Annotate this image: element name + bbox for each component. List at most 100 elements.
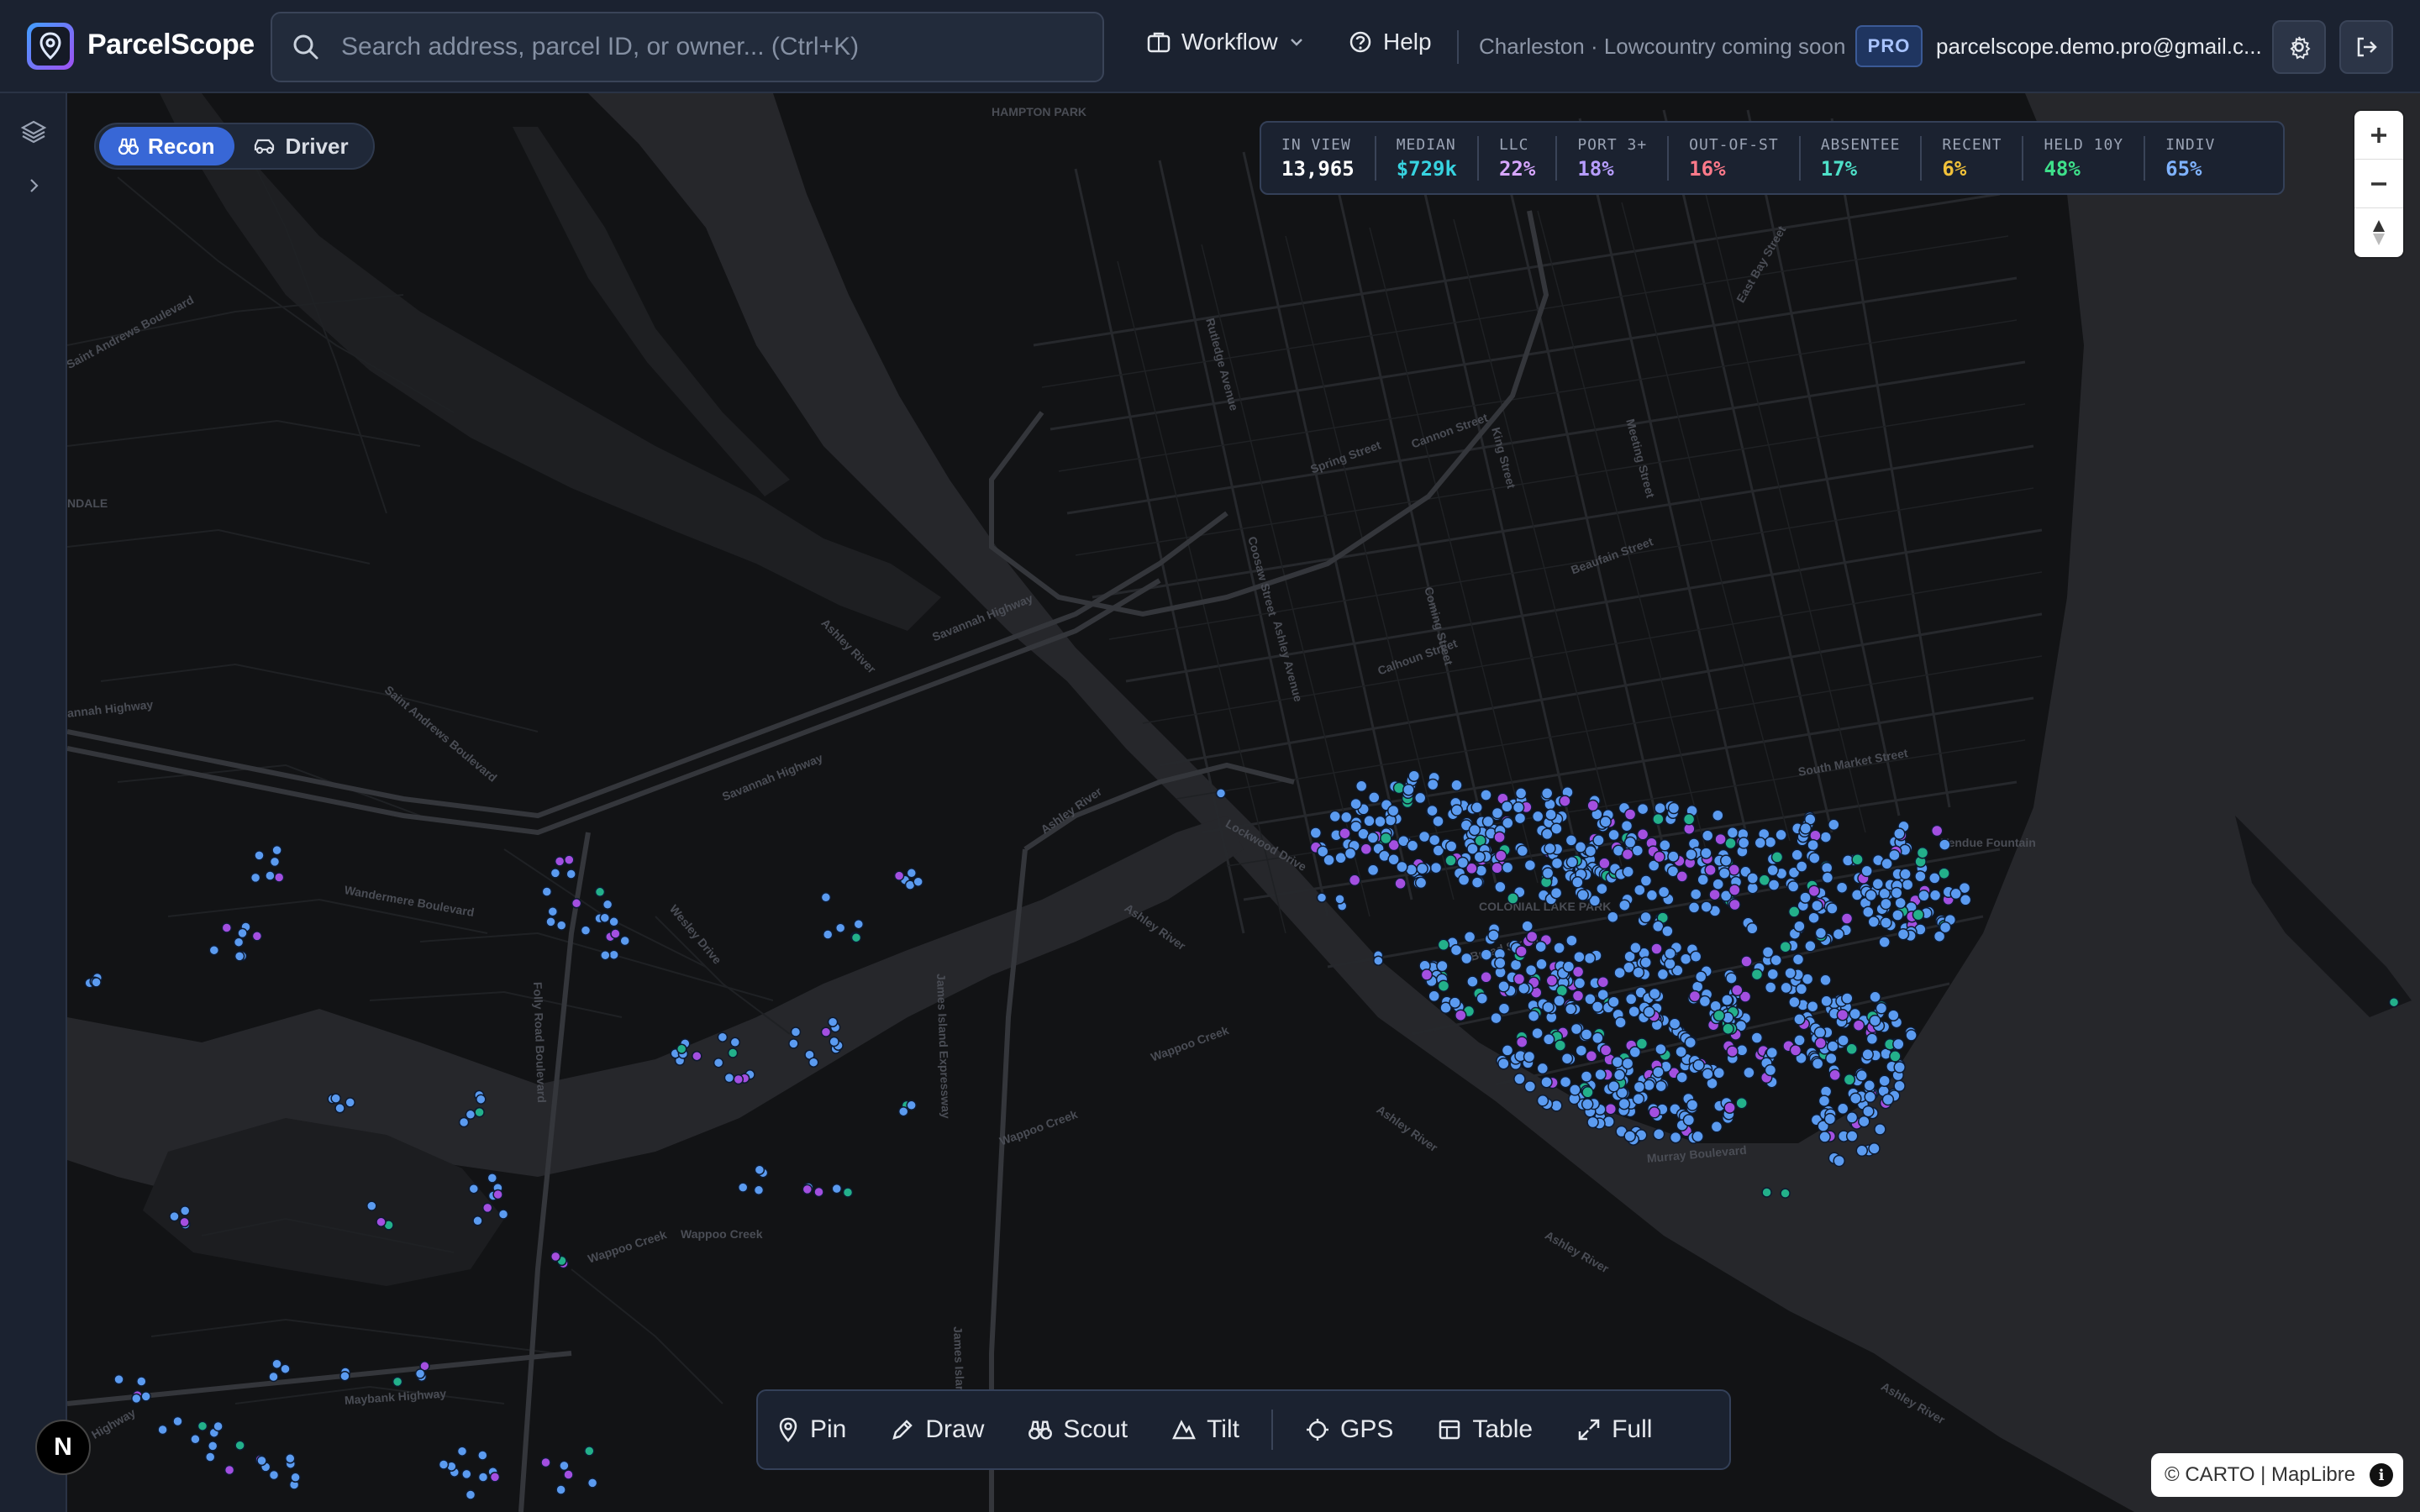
parcel-marker[interactable] (1685, 848, 1697, 861)
parcel-marker[interactable] (1825, 1052, 1838, 1065)
search-input[interactable] (341, 33, 1081, 61)
parcel-marker[interactable] (290, 1472, 301, 1483)
attribution-text[interactable]: © CARTO | MapLibre (2165, 1463, 2355, 1487)
parcel-marker[interactable] (1481, 815, 1495, 828)
parcel-marker[interactable] (1682, 1114, 1696, 1126)
parcel-marker[interactable] (1861, 1048, 1874, 1061)
parcel-marker[interactable] (237, 927, 248, 939)
parcel-marker[interactable] (1918, 890, 1930, 902)
parcel-marker[interactable] (1573, 977, 1586, 990)
parcel-marker[interactable] (1334, 894, 1345, 905)
parcel-marker[interactable] (91, 977, 102, 988)
parcel-marker[interactable] (808, 1057, 819, 1068)
parcel-marker[interactable] (1687, 901, 1701, 914)
parcel-marker[interactable] (1450, 804, 1464, 816)
parcel-marker[interactable] (1688, 990, 1702, 1003)
parcel-marker[interactable] (834, 922, 846, 933)
parcel-marker[interactable] (1470, 801, 1483, 814)
parcel-marker[interactable] (1704, 864, 1717, 876)
parcel-marker[interactable] (1545, 974, 1559, 987)
dev-tools-badge[interactable]: N (35, 1420, 91, 1475)
zoom-in-button[interactable] (2354, 111, 2403, 160)
parcel-marker[interactable] (1784, 967, 1797, 979)
parcel-marker[interactable] (269, 856, 281, 868)
parcel-marker[interactable] (1450, 779, 1463, 792)
parcel-marker[interactable] (1525, 930, 1539, 943)
parcel-marker[interactable] (1871, 878, 1885, 890)
parcel-marker[interactable] (1559, 1075, 1572, 1089)
parcel-marker[interactable] (1795, 860, 1808, 873)
app-logo[interactable] (27, 23, 74, 70)
parcel-marker[interactable] (481, 1202, 493, 1214)
parcel-marker[interactable] (273, 872, 285, 883)
parcel-marker[interactable] (1916, 846, 1929, 859)
parcel-marker[interactable] (172, 1415, 183, 1427)
parcel-marker[interactable] (1823, 1112, 1837, 1126)
scout-tool-button[interactable]: Scout (1028, 1415, 1128, 1444)
parcel-marker[interactable] (1867, 916, 1881, 928)
parcel-marker[interactable] (599, 912, 611, 923)
parcel-marker[interactable] (540, 1457, 551, 1468)
parcel-marker[interactable] (850, 932, 862, 943)
parcel-marker[interactable] (438, 1459, 450, 1470)
parcel-marker[interactable] (1514, 787, 1528, 800)
parcel-marker[interactable] (1407, 769, 1421, 782)
parcel-marker[interactable] (1653, 850, 1665, 864)
parcel-marker[interactable] (1575, 1044, 1588, 1057)
parcel-marker[interactable] (131, 1393, 142, 1404)
parcel-marker[interactable] (1786, 880, 1800, 893)
parcel-marker[interactable] (1851, 853, 1864, 866)
parcel-marker[interactable] (1643, 1079, 1655, 1092)
parcel-marker[interactable] (584, 1446, 595, 1457)
parcel-marker[interactable] (256, 1455, 267, 1467)
parcel-marker[interactable] (1723, 1101, 1736, 1114)
parcel-marker[interactable] (1868, 1142, 1881, 1155)
parcel-marker[interactable] (1309, 827, 1323, 839)
parcel-marker[interactable] (1708, 888, 1721, 901)
parcel-marker[interactable] (1826, 1040, 1839, 1053)
parcel-marker[interactable] (1750, 1032, 1764, 1044)
parcel-marker[interactable] (587, 1478, 598, 1488)
parcel-marker[interactable] (1620, 819, 1634, 832)
parcel-marker[interactable] (1541, 867, 1555, 879)
parcel-marker[interactable] (1623, 1130, 1636, 1142)
parcel-marker[interactable] (853, 918, 865, 930)
parcel-marker[interactable] (813, 1186, 824, 1198)
parcel-marker[interactable] (1534, 940, 1547, 953)
parcel-marker[interactable] (1712, 1009, 1726, 1022)
parcel-marker[interactable] (280, 1363, 291, 1374)
parcel-marker[interactable] (1712, 1067, 1726, 1079)
parcel-marker[interactable] (1807, 838, 1819, 852)
parcel-marker[interactable] (1581, 1098, 1594, 1110)
parcel-marker[interactable] (1719, 854, 1733, 867)
parcel-marker[interactable] (265, 870, 276, 881)
parcel-marker[interactable] (1513, 811, 1527, 825)
parcel-marker[interactable] (234, 951, 245, 962)
parcel-marker[interactable] (1565, 856, 1579, 869)
parcel-marker[interactable] (1473, 850, 1486, 864)
parcel-marker[interactable] (1928, 872, 1941, 885)
parcel-marker[interactable] (1761, 1187, 1772, 1198)
parcel-marker[interactable] (827, 1016, 839, 1027)
parcel-marker[interactable] (820, 1026, 832, 1037)
parcel-marker[interactable] (140, 1391, 151, 1402)
info-icon[interactable]: i (2370, 1463, 2393, 1487)
parcel-marker[interactable] (1930, 824, 1944, 837)
parcel-marker[interactable] (330, 1093, 341, 1104)
parcel-marker[interactable] (1542, 1033, 1555, 1046)
parcel-marker[interactable] (1639, 911, 1652, 924)
parcel-marker[interactable] (1623, 808, 1637, 821)
parcel-marker[interactable] (1436, 959, 1449, 973)
parcel-marker[interactable] (1523, 1080, 1537, 1093)
parcel-marker[interactable] (1581, 1086, 1594, 1099)
parcel-marker[interactable] (1493, 831, 1506, 843)
parcel-marker[interactable] (1565, 834, 1578, 847)
parcel-marker[interactable] (1694, 970, 1707, 984)
parcel-marker[interactable] (1621, 848, 1634, 861)
parcel-marker[interactable] (1339, 827, 1351, 840)
parcel-marker[interactable] (1689, 950, 1702, 963)
zoom-out-button[interactable] (2354, 160, 2403, 208)
parcel-marker[interactable] (1599, 816, 1612, 828)
parcel-marker[interactable] (1654, 801, 1666, 815)
parcel-marker[interactable] (1622, 865, 1634, 879)
